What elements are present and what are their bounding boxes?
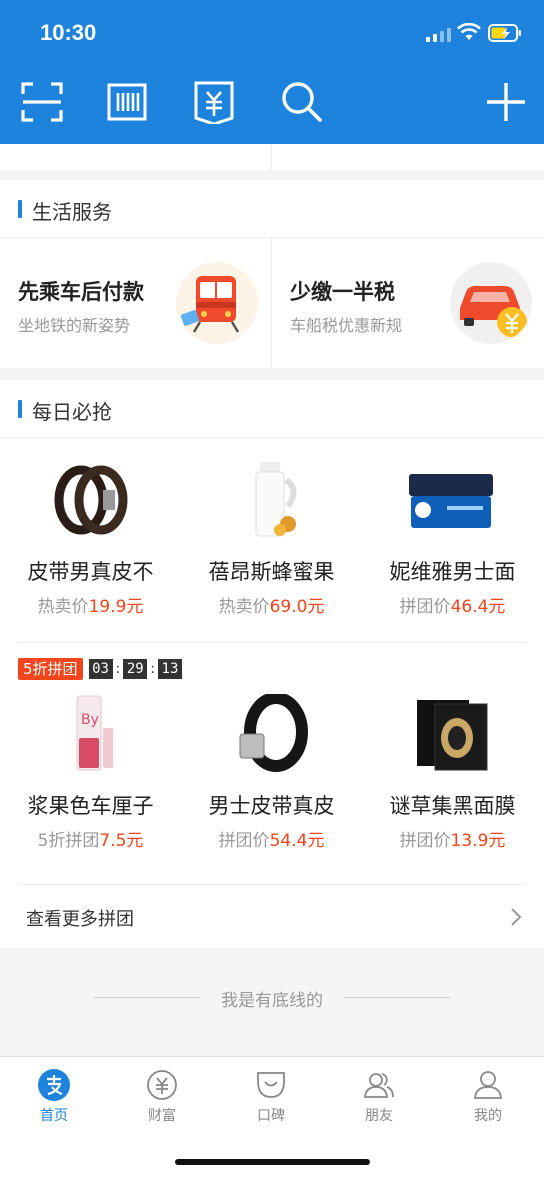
cream-jar-product-image bbox=[409, 474, 493, 528]
service-subtitle: 车船税优惠新规 bbox=[290, 316, 403, 335]
wealth-icon bbox=[147, 1070, 177, 1100]
countdown-separator: : bbox=[115, 661, 121, 677]
product-card[interactable]: 蓓昂斯蜂蜜果 热卖价69.0元 bbox=[181, 460, 362, 620]
section-header: 生活服务 bbox=[0, 180, 544, 238]
product-name: 谜草集黑面膜 bbox=[389, 794, 516, 818]
product-card[interactable]: 男士皮带真皮 拼团价54.4元 bbox=[181, 694, 362, 854]
price-label: 热卖价 bbox=[37, 597, 89, 617]
leather-belt-product-image bbox=[239, 694, 308, 772]
price-label: 5折拼团 bbox=[37, 831, 100, 851]
product-name: 浆果色车厘子 bbox=[27, 794, 154, 818]
voucher-icon[interactable] bbox=[192, 80, 236, 124]
product-price: 5折拼团7.5元 bbox=[0, 826, 181, 851]
service-title: 先乘车后付款 bbox=[18, 280, 144, 304]
tram-icon bbox=[176, 262, 258, 344]
face-mask-product-image bbox=[417, 700, 488, 771]
status-bar: 10:30 bbox=[0, 0, 544, 66]
service-subtitle: 坐地铁的新姿势 bbox=[18, 316, 131, 335]
scan-icon[interactable] bbox=[20, 80, 64, 124]
price-label: 拼团价 bbox=[399, 831, 451, 851]
price-value: 69.0元 bbox=[269, 597, 325, 617]
price-label: 热卖价 bbox=[218, 597, 270, 617]
chevron-right-icon bbox=[511, 908, 522, 926]
countdown-seconds: 13 bbox=[157, 659, 182, 679]
tab-home[interactable]: 首页 bbox=[0, 1069, 108, 1125]
group-buy-badge: 5折拼团 bbox=[18, 658, 83, 680]
belt-product-image bbox=[54, 465, 128, 535]
service-item-car-tax[interactable]: 少缴一半税 车船税优惠新规 bbox=[272, 238, 544, 368]
section-title: 生活服务 bbox=[32, 200, 112, 224]
product-card[interactable]: 谜草集黑面膜 拼团价13.9元 bbox=[362, 694, 543, 854]
tab-friends[interactable]: 朋友 bbox=[325, 1069, 433, 1125]
tab-profile[interactable]: 我的 bbox=[434, 1069, 542, 1125]
end-of-list-note: 我是有底线的 bbox=[94, 986, 450, 1011]
tab-label: 我的 bbox=[474, 1108, 502, 1124]
tab-wealth[interactable]: 财富 bbox=[108, 1069, 216, 1125]
see-more-label: 查看更多拼团 bbox=[26, 909, 134, 930]
countdown-separator: : bbox=[150, 661, 155, 677]
product-price: 热卖价69.0元 bbox=[181, 592, 362, 617]
price-value: 7.5元 bbox=[99, 831, 144, 851]
product-name: 男士皮带真皮 bbox=[208, 794, 335, 818]
divider bbox=[18, 642, 526, 643]
price-value: 13.9元 bbox=[450, 831, 506, 851]
tab-koubei[interactable]: 口碑 bbox=[217, 1069, 325, 1125]
product-price: 拼团价13.9元 bbox=[362, 826, 543, 851]
price-value: 46.4元 bbox=[450, 597, 506, 617]
car-tax-icon bbox=[450, 262, 532, 344]
tab-label: 口碑 bbox=[257, 1108, 285, 1124]
tab-label: 首页 bbox=[40, 1108, 68, 1124]
product-price: 热卖价19.9元 bbox=[0, 592, 181, 617]
barcode-icon[interactable] bbox=[106, 80, 150, 124]
life-service-card: 生活服务 先乘车后付款 坐地铁的新姿势 少缴一半税 车船税优惠新规 bbox=[0, 180, 544, 368]
lotion-product-image bbox=[255, 462, 297, 537]
top-header: 10:30 bbox=[0, 0, 544, 144]
lip-tint-product-image: By bbox=[76, 695, 113, 771]
countdown-minutes: 29 bbox=[123, 659, 148, 679]
price-label: 拼团价 bbox=[218, 831, 270, 851]
battery-icon bbox=[488, 24, 521, 42]
wifi-icon bbox=[457, 23, 481, 40]
daily-deals-card: 每日必抢 皮带男真皮不 热卖价19.9元 蓓昂斯蜂蜜果 热卖价69.0元 妮维雅… bbox=[0, 380, 544, 948]
koubei-icon bbox=[257, 1072, 285, 1098]
add-icon[interactable] bbox=[484, 80, 528, 124]
section-marker bbox=[18, 200, 22, 218]
group-buy-countdown: 5折拼团 03 : 29 : 13 bbox=[18, 658, 182, 680]
section-header: 每日必抢 bbox=[0, 380, 544, 438]
section-marker bbox=[18, 400, 22, 418]
service-title: 少缴一半税 bbox=[290, 280, 395, 304]
profile-icon bbox=[474, 1071, 502, 1099]
product-card[interactable]: By 浆果色车厘子 5折拼团7.5元 bbox=[0, 694, 181, 854]
see-more-group-buy[interactable]: 查看更多拼团 bbox=[18, 884, 526, 950]
divider bbox=[344, 997, 450, 998]
product-card[interactable]: 皮带男真皮不 热卖价19.9元 bbox=[0, 460, 181, 620]
home-indicator[interactable] bbox=[175, 1159, 370, 1165]
price-label: 拼团价 bbox=[399, 597, 451, 617]
tab-label: 财富 bbox=[148, 1108, 176, 1124]
product-price: 拼团价54.4元 bbox=[181, 826, 362, 851]
previous-card-remnant bbox=[0, 144, 544, 170]
friends-icon bbox=[364, 1073, 394, 1098]
product-card[interactable]: 妮维雅男士面 拼团价46.4元 bbox=[362, 460, 543, 620]
countdown-hours: 03 bbox=[88, 659, 113, 679]
price-value: 54.4元 bbox=[269, 831, 325, 851]
product-name: 皮带男真皮不 bbox=[27, 560, 154, 584]
price-value: 19.9元 bbox=[88, 597, 144, 617]
svg-text:By: By bbox=[81, 712, 99, 728]
section-title: 每日必抢 bbox=[32, 400, 112, 424]
alipay-home-icon bbox=[38, 1069, 70, 1101]
divider bbox=[94, 997, 200, 998]
product-price: 拼团价46.4元 bbox=[362, 592, 543, 617]
service-item-metro[interactable]: 先乘车后付款 坐地铁的新姿势 bbox=[0, 238, 272, 368]
end-of-list-text: 我是有底线的 bbox=[221, 991, 323, 1011]
product-name: 蓓昂斯蜂蜜果 bbox=[208, 560, 335, 584]
product-name: 妮维雅男士面 bbox=[389, 560, 516, 584]
search-icon[interactable] bbox=[280, 80, 324, 124]
tab-label: 朋友 bbox=[365, 1108, 393, 1124]
signal-icon bbox=[426, 26, 451, 42]
toolbar bbox=[0, 80, 544, 128]
status-time: 10:30 bbox=[40, 20, 97, 45]
